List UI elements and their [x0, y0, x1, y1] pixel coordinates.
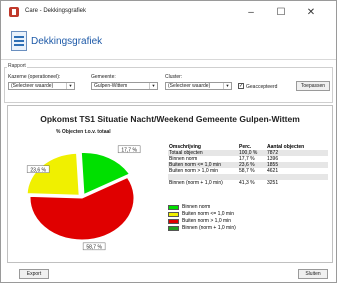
pie-slice	[26, 152, 80, 196]
legend-swatch	[168, 219, 179, 224]
chart-legend: Binnen norm Buiten norm <= 1,0 min Buite…	[168, 204, 236, 232]
gemeente-select[interactable]: Gulpen-Wittem ▼	[91, 82, 158, 90]
minimize-button[interactable]: –	[239, 5, 263, 21]
kazerne-select[interactable]: (Selecteer waarde) ▼	[8, 82, 75, 90]
legend-item: Binnen norm	[168, 204, 236, 211]
cluster-select[interactable]: (Selecteer waarde) ▼	[165, 82, 232, 90]
page-title: Dekkingsgrafiek	[31, 36, 103, 47]
gemeente-label: Gemeente:	[91, 74, 116, 80]
close-button[interactable]: ✕	[299, 5, 323, 21]
title-bar: Care - Dekkingsgrafiek – ☐ ✕	[1, 1, 336, 25]
row-label: Binnen (norm + 1,0 min)	[169, 180, 223, 186]
report-icon	[11, 31, 27, 51]
page-header: Dekkingsgrafiek	[1, 25, 336, 60]
app-icon	[9, 7, 19, 17]
sluiten-button[interactable]: Sluiten	[298, 269, 328, 279]
toepassen-button[interactable]: Toepassen	[296, 81, 330, 91]
export-button[interactable]: Export	[19, 269, 49, 279]
pie-chart: 17,7 % 23,6 % 58,7 %	[26, 145, 141, 251]
pie-label: 17,7 %	[121, 148, 137, 154]
chevron-down-icon: ▼	[66, 83, 74, 89]
chevron-down-icon: ▼	[149, 83, 157, 89]
legend-item: Binnen (norm + 1,0 min)	[168, 225, 236, 232]
window-title: Care - Dekkingsgrafiek	[25, 8, 87, 14]
legend-label: Binnen (norm + 1,0 min)	[182, 225, 236, 231]
rapport-panel: Rapport Kazerne (operationeel): (Selecte…	[4, 63, 333, 103]
kazerne-label: Kazerne (operationeel):	[8, 74, 61, 80]
geaccepteerd-checkbox[interactable]: ✓	[238, 83, 244, 89]
legend-swatch	[168, 212, 179, 217]
legend-item: Buiten norm <= 1,0 min	[168, 211, 236, 218]
pie-label: 23,6 %	[30, 167, 46, 173]
app-window: Care - Dekkingsgrafiek – ☐ ✕ Dekkingsgra…	[0, 0, 337, 283]
chart-title: % Objecten t.o.v. totaal	[56, 129, 111, 135]
geaccepteerd-label: Geaccepteerd	[246, 84, 278, 90]
summary-table: Omschrijving Perc. Aantal objecten Totaa…	[168, 144, 328, 186]
kazerne-value: (Selecteer waarde)	[11, 83, 54, 89]
chevron-down-icon: ▼	[223, 83, 231, 89]
rapport-legend: Rapport	[7, 63, 27, 69]
pie-label: 58,7 %	[86, 245, 102, 251]
cluster-label: Cluster:	[165, 74, 183, 80]
cluster-value: (Selecteer waarde)	[168, 83, 211, 89]
gemeente-value: Gulpen-Wittem	[94, 83, 128, 89]
legend-swatch	[168, 205, 179, 210]
legend-swatch	[168, 226, 179, 231]
legend-label: Buiten norm > 1,0 min	[182, 218, 232, 224]
row-perc: 41,3 %	[239, 180, 255, 186]
report-title: Opkomst TS1 Situatie Nacht/Weekend Gemee…	[40, 114, 300, 124]
legend-label: Buiten norm <= 1,0 min	[182, 211, 234, 217]
maximize-button[interactable]: ☐	[269, 5, 293, 21]
legend-item: Buiten norm > 1,0 min	[168, 218, 236, 225]
row-count: 3251	[267, 180, 279, 186]
table-row: Binnen (norm + 1,0 min) 41,3 % 3251	[168, 180, 328, 186]
report-area: Opkomst TS1 Situatie Nacht/Weekend Gemee…	[7, 105, 333, 263]
legend-label: Binnen norm	[182, 204, 211, 210]
